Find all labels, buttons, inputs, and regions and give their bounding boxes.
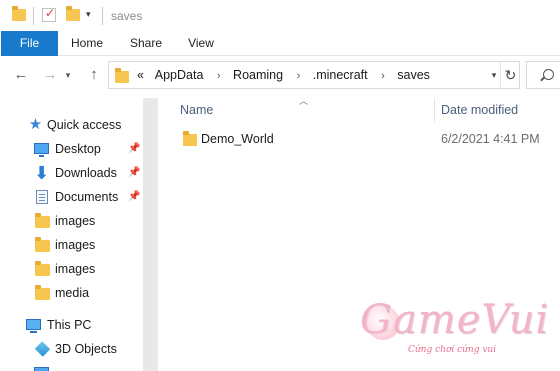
- navigation-pane: ★ Quick access Desktop 📌 ⬇ Downloads 📌 D…: [0, 94, 158, 371]
- breadcrumb: « AppData › Roaming › .minecraft › saves: [137, 62, 434, 88]
- documents-icon: [36, 190, 48, 204]
- pin-icon[interactable]: 📌: [128, 137, 140, 161]
- column-header-name[interactable]: Name: [180, 103, 213, 117]
- breadcrumb-item-appdata[interactable]: AppData: [155, 68, 204, 82]
- scroll-up-arrow-icon[interactable]: [144, 98, 157, 118]
- new-folder-icon[interactable]: [66, 6, 80, 21]
- back-arrow-icon[interactable]: ←: [11, 65, 31, 85]
- sidebar-item-images[interactable]: images: [0, 209, 142, 233]
- desktop-icon: [34, 143, 49, 157]
- sidebar-item-documents[interactable]: Documents 📌: [0, 185, 142, 209]
- sidebar-item-images[interactable]: images: [0, 233, 142, 257]
- sidebar-item-label: Desktop: [55, 142, 101, 156]
- window-title: saves: [111, 9, 143, 23]
- title-bar: ✓ ▾ saves: [0, 0, 560, 31]
- pin-icon[interactable]: 📌: [128, 185, 140, 209]
- column-header-date-modified[interactable]: Date modified: [441, 103, 518, 117]
- download-icon: ⬇: [34, 163, 50, 183]
- watermark-tagline: Cứng chơi cứng vui: [408, 345, 497, 355]
- title-divider: [102, 7, 103, 25]
- breadcrumb-chevron-icon[interactable]: ›: [297, 70, 301, 82]
- folder-icon: [35, 213, 50, 228]
- cube-icon: [34, 341, 51, 357]
- search-icon: [543, 69, 554, 80]
- refresh-icon[interactable]: ↻: [500, 62, 520, 88]
- sidebar-item-desktop[interactable]: Desktop 📌: [0, 137, 142, 161]
- title-divider: [33, 7, 34, 25]
- customize-quick-access-chevron-icon[interactable]: ▾: [86, 9, 91, 20]
- sidebar-item-label: images: [55, 238, 96, 252]
- sidebar-item-desktop-partial[interactable]: [0, 361, 142, 371]
- sidebar-item-label: Downloads: [55, 166, 117, 180]
- sidebar-item-label: Quick access: [47, 118, 122, 132]
- properties-checkmark-icon[interactable]: ✓: [42, 6, 56, 22]
- forward-arrow-icon[interactable]: →: [40, 65, 60, 85]
- sidebar-item-downloads[interactable]: ⬇ Downloads 📌: [0, 161, 142, 185]
- file-name[interactable]: Demo_World: [201, 132, 274, 146]
- file-row[interactable]: Demo_World 6/2/2021 4:41 PM: [176, 128, 560, 150]
- breadcrumb-chevron-icon[interactable]: ›: [381, 70, 385, 82]
- folder-icon: [35, 237, 50, 252]
- window-folder-icon: [12, 6, 26, 21]
- sidebar-item-images[interactable]: images: [0, 257, 142, 281]
- computer-icon: [26, 319, 41, 333]
- sidebar-item-label: media: [55, 286, 90, 300]
- star-icon: ★: [28, 116, 43, 133]
- folder-icon: [35, 261, 50, 276]
- sidebar-item-quick-access[interactable]: ★ Quick access: [0, 113, 142, 137]
- sidebar-item-label: This PC: [47, 318, 92, 332]
- sidebar-item-label: 3D Objects: [55, 342, 117, 356]
- pin-icon[interactable]: 📌: [128, 161, 140, 185]
- sidebar-item-media[interactable]: media: [0, 281, 142, 305]
- folder-icon: [35, 285, 50, 300]
- breadcrumb-item-saves[interactable]: saves: [397, 68, 430, 82]
- sidebar-item-label: images: [55, 262, 96, 276]
- tab-home[interactable]: Home: [62, 31, 112, 56]
- folder-icon: [183, 131, 197, 146]
- recent-locations-chevron-icon[interactable]: ▾: [62, 65, 74, 85]
- address-folder-icon: [115, 68, 129, 83]
- file-date-modified: 6/2/2021 4:41 PM: [441, 132, 540, 146]
- column-divider[interactable]: [434, 98, 435, 122]
- watermark-brand: GameVui: [360, 297, 550, 343]
- breadcrumb-chevron-icon[interactable]: ›: [217, 70, 221, 82]
- sort-ascending-icon: ︿: [299, 96, 309, 106]
- tab-view[interactable]: View: [178, 31, 224, 56]
- column-header-row: ︿ Name Date modified: [158, 94, 560, 124]
- sidebar-item-label: Documents: [55, 190, 119, 204]
- sidebar-item-label: images: [55, 214, 96, 228]
- up-arrow-icon[interactable]: ↑: [84, 65, 104, 85]
- sidebar-item-3d-objects[interactable]: 3D Objects: [0, 337, 142, 361]
- search-input[interactable]: [526, 61, 560, 89]
- breadcrumb-item-minecraft[interactable]: .minecraft: [313, 68, 368, 82]
- desktop-icon: [34, 367, 49, 371]
- watermark-logo: GameVui Cứng chơi cứng vui: [360, 300, 550, 360]
- breadcrumb-item-roaming[interactable]: Roaming: [233, 68, 283, 82]
- breadcrumb-overflow[interactable]: «: [137, 68, 144, 82]
- address-bar[interactable]: « AppData › Roaming › .minecraft › saves…: [108, 61, 520, 89]
- ribbon-tabs: File Home Share View: [0, 31, 560, 56]
- tab-file[interactable]: File: [1, 31, 58, 56]
- sidebar-item-this-pc[interactable]: This PC: [0, 313, 142, 337]
- nav-pane-scrollbar[interactable]: [143, 98, 158, 371]
- navigation-bar: ← → ▾ ↑ « AppData › Roaming › .minecraft…: [0, 57, 560, 94]
- tab-share[interactable]: Share: [120, 31, 172, 56]
